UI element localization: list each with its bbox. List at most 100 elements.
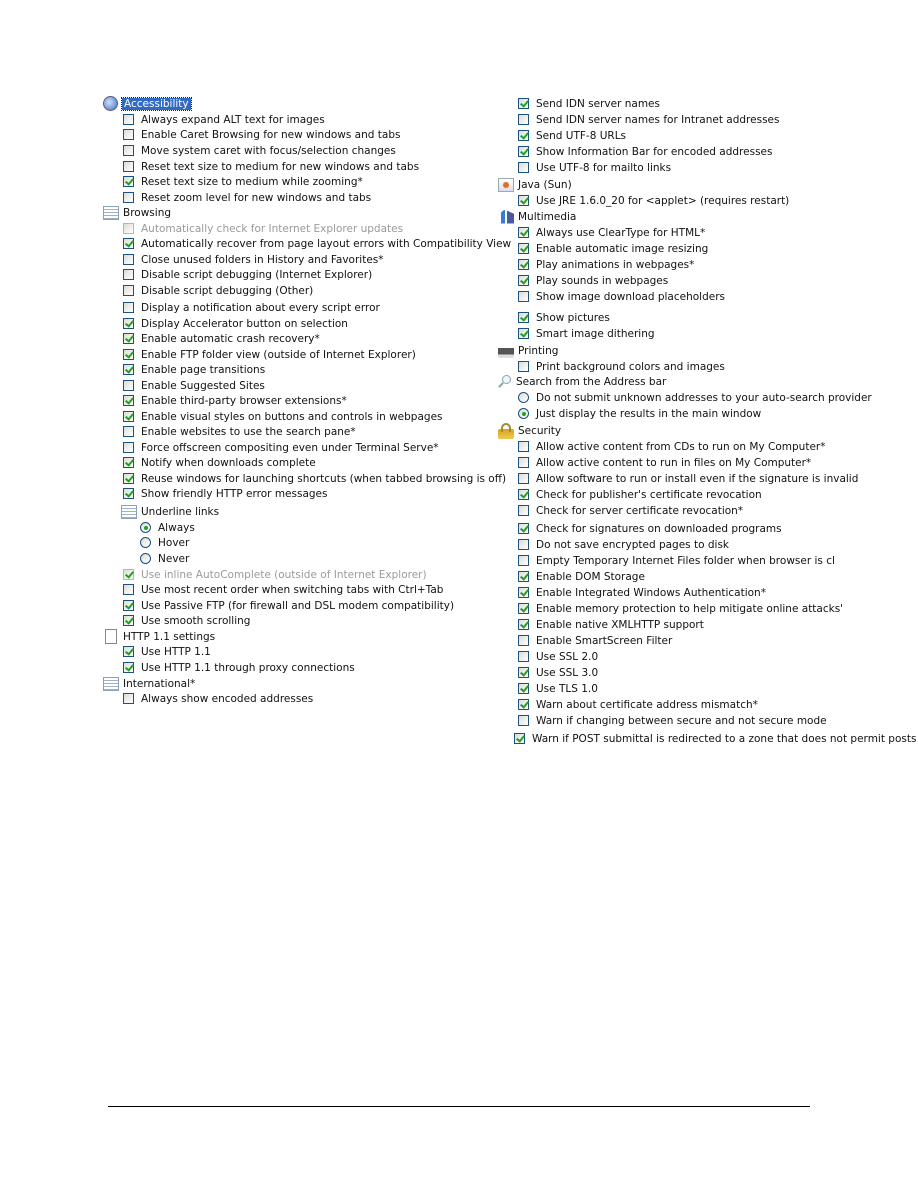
radio-just-display-the-results-in-the-main-win[interactable]: Just display the results in the main win… (518, 406, 761, 421)
checkbox[interactable] (518, 243, 529, 254)
checkbox[interactable] (514, 733, 525, 744)
checkbox[interactable] (123, 302, 134, 313)
checkbox-row-use-most-recent-order-when-switching-tab[interactable]: Use most recent order when switching tab… (123, 582, 443, 597)
checkbox-row-enable-third-party-browser-extensions[interactable]: Enable third-party browser extensions* (123, 393, 347, 408)
checkbox[interactable] (123, 411, 134, 422)
checkbox-row-do-not-save-encrypted-pages-to-disk[interactable]: Do not save encrypted pages to disk (518, 537, 729, 552)
checkbox[interactable] (123, 318, 134, 329)
checkbox-row-empty-temporary-internet-files-folder-wh[interactable]: Empty Temporary Internet Files folder wh… (518, 553, 835, 568)
checkbox[interactable] (518, 441, 529, 452)
checkbox-row-use-passive-ftp-for-firewall-and-dsl-mod[interactable]: Use Passive FTP (for firewall and DSL mo… (123, 598, 454, 613)
group-java-sun[interactable]: Java (Sun) (498, 177, 572, 192)
group-underline-links[interactable]: Underline links (121, 504, 219, 519)
checkbox-row-reset-zoom-level-for-new-windows-and-tab[interactable]: Reset zoom level for new windows and tab… (123, 190, 371, 205)
checkbox-row-print-background-colors-and-images[interactable]: Print background colors and images (518, 359, 725, 374)
checkbox[interactable] (518, 195, 529, 206)
checkbox-row-force-offscreen-compositing-even-under-t[interactable]: Force offscreen compositing even under T… (123, 440, 439, 455)
checkbox-row-notify-when-downloads-complete[interactable]: Notify when downloads complete (123, 455, 316, 470)
checkbox-row-check-for-publisher-s-certificate-revoca[interactable]: Check for publisher's certificate revoca… (518, 487, 762, 502)
checkbox-row-automatically-check-for-internet-explore[interactable]: Automatically check for Internet Explore… (123, 221, 403, 236)
checkbox[interactable] (123, 442, 134, 453)
checkbox[interactable] (518, 361, 529, 372)
checkbox[interactable] (518, 98, 529, 109)
checkbox-row-enable-websites-to-use-the-search-pane[interactable]: Enable websites to use the search pane* (123, 424, 356, 439)
checkbox-row-use-ssl-2-0[interactable]: Use SSL 2.0 (518, 649, 598, 664)
checkbox-row-reuse-windows-for-launching-shortcuts-wh[interactable]: Reuse windows for launching shortcuts (w… (123, 471, 506, 486)
checkbox-row-always-expand-alt-text-for-images[interactable]: Always expand ALT text for images (123, 112, 325, 127)
checkbox[interactable] (518, 571, 529, 582)
group-http-1-1-settings[interactable]: HTTP 1.1 settings (103, 629, 215, 644)
checkbox-row-enable-memory-protection-to-help-mitigat[interactable]: Enable memory protection to help mitigat… (518, 601, 843, 616)
checkbox-row-warn-if-changing-between-secure-and-not-[interactable]: Warn if changing between secure and not … (518, 713, 827, 728)
checkbox[interactable] (123, 238, 134, 249)
checkbox[interactable] (123, 254, 134, 265)
checkbox-row-display-a-notification-about-every-scrip[interactable]: Display a notification about every scrip… (123, 300, 380, 315)
checkbox-row-reset-text-size-to-medium-while-zooming[interactable]: Reset text size to medium while zooming* (123, 174, 363, 189)
checkbox-row-allow-active-content-from-cds-to-run-on-[interactable]: Allow active content from CDs to run on … (518, 439, 825, 454)
checkbox[interactable] (123, 600, 134, 611)
checkbox[interactable] (518, 291, 529, 302)
checkbox[interactable] (518, 587, 529, 598)
checkbox[interactable] (123, 615, 134, 626)
checkbox[interactable] (518, 619, 529, 630)
checkbox-row-reset-text-size-to-medium-for-new-window[interactable]: Reset text size to medium for new window… (123, 159, 419, 174)
checkbox-row-use-http-1-1[interactable]: Use HTTP 1.1 (123, 644, 211, 659)
checkbox[interactable] (123, 333, 134, 344)
checkbox[interactable] (123, 584, 134, 595)
checkbox-row-automatically-recover-from-page-layout-e[interactable]: Automatically recover from page layout e… (123, 236, 511, 251)
checkbox-row-enable-page-transitions[interactable]: Enable page transitions (123, 362, 265, 377)
checkbox[interactable] (518, 635, 529, 646)
checkbox-row-send-utf-8-urls[interactable]: Send UTF-8 URLs (518, 128, 626, 143)
radio-do-not-submit-unknown-addresses-to-your-[interactable]: Do not submit unknown addresses to your … (518, 390, 872, 405)
checkbox-row-enable-ftp-folder-view-outside-of-intern[interactable]: Enable FTP folder view (outside of Inter… (123, 347, 416, 362)
checkbox[interactable] (123, 129, 134, 140)
group-search-from-the-address-bar[interactable]: Search from the Address bar (498, 374, 666, 389)
checkbox[interactable] (123, 426, 134, 437)
group-browsing[interactable]: Browsing (103, 205, 171, 220)
checkbox-row-enable-dom-storage[interactable]: Enable DOM Storage (518, 569, 645, 584)
checkbox-row-enable-suggested-sites[interactable]: Enable Suggested Sites (123, 378, 265, 393)
checkbox[interactable] (123, 161, 134, 172)
checkbox-row-show-pictures[interactable]: Show pictures (518, 310, 610, 325)
checkbox[interactable] (123, 457, 134, 468)
checkbox[interactable] (518, 539, 529, 550)
checkbox-row-show-information-bar-for-encoded-address[interactable]: Show Information Bar for encoded address… (518, 144, 772, 159)
radio-hover[interactable]: Hover (140, 535, 189, 550)
checkbox-row-play-animations-in-webpages[interactable]: Play animations in webpages* (518, 257, 694, 272)
checkbox-row-allow-software-to-run-or-install-even-if[interactable]: Allow software to run or install even if… (518, 471, 858, 486)
checkbox[interactable] (123, 349, 134, 360)
checkbox-row-show-friendly-http-error-messages[interactable]: Show friendly HTTP error messages (123, 486, 327, 501)
checkbox-row-warn-if-post-submittal-is-redirected-to-[interactable]: Warn if POST submittal is redirected to … (514, 731, 916, 746)
checkbox-row-send-idn-server-names-for-intranet-addre[interactable]: Send IDN server names for Intranet addre… (518, 112, 779, 127)
checkbox-row-always-use-cleartype-for-html[interactable]: Always use ClearType for HTML* (518, 225, 705, 240)
checkbox[interactable] (518, 275, 529, 286)
checkbox-row-move-system-caret-with-focus-selection-c[interactable]: Move system caret with focus/selection c… (123, 143, 396, 158)
radio-button[interactable] (518, 408, 529, 419)
group-international[interactable]: International* (103, 676, 195, 691)
checkbox-row-disable-script-debugging-other[interactable]: Disable script debugging (Other) (123, 283, 313, 298)
checkbox-row-use-jre-1-6-0-20-for-applet-requires-res[interactable]: Use JRE 1.6.0_20 for <applet> (requires … (518, 193, 789, 208)
checkbox-row-close-unused-folders-in-history-and-favo[interactable]: Close unused folders in History and Favo… (123, 252, 384, 267)
checkbox-row-show-image-download-placeholders[interactable]: Show image download placeholders (518, 289, 725, 304)
checkbox[interactable] (123, 662, 134, 673)
radio-always[interactable]: Always (140, 520, 195, 535)
checkbox[interactable] (123, 693, 134, 704)
checkbox[interactable] (123, 285, 134, 296)
checkbox[interactable] (123, 269, 134, 280)
checkbox-row-always-show-encoded-addresses[interactable]: Always show encoded addresses (123, 691, 313, 706)
checkbox-row-display-accelerator-button-on-selection[interactable]: Display Accelerator button on selection (123, 316, 348, 331)
group-accessibility[interactable]: Accessibility (103, 96, 192, 111)
radio-button[interactable] (518, 392, 529, 403)
checkbox[interactable] (518, 130, 529, 141)
checkbox[interactable] (123, 192, 134, 203)
radio-button[interactable] (140, 537, 151, 548)
checkbox[interactable] (518, 683, 529, 694)
group-multimedia[interactable]: Multimedia (498, 209, 576, 224)
checkbox[interactable] (518, 312, 529, 323)
group-security[interactable]: Security (498, 422, 561, 439)
checkbox-row-use-inline-autocomplete-outside-of-inter[interactable]: Use inline AutoComplete (outside of Inte… (123, 567, 427, 582)
checkbox[interactable] (518, 114, 529, 125)
radio-never[interactable]: Never (140, 551, 189, 566)
checkbox-row-enable-visual-styles-on-buttons-and-cont[interactable]: Enable visual styles on buttons and cont… (123, 409, 443, 424)
checkbox[interactable] (123, 223, 134, 234)
